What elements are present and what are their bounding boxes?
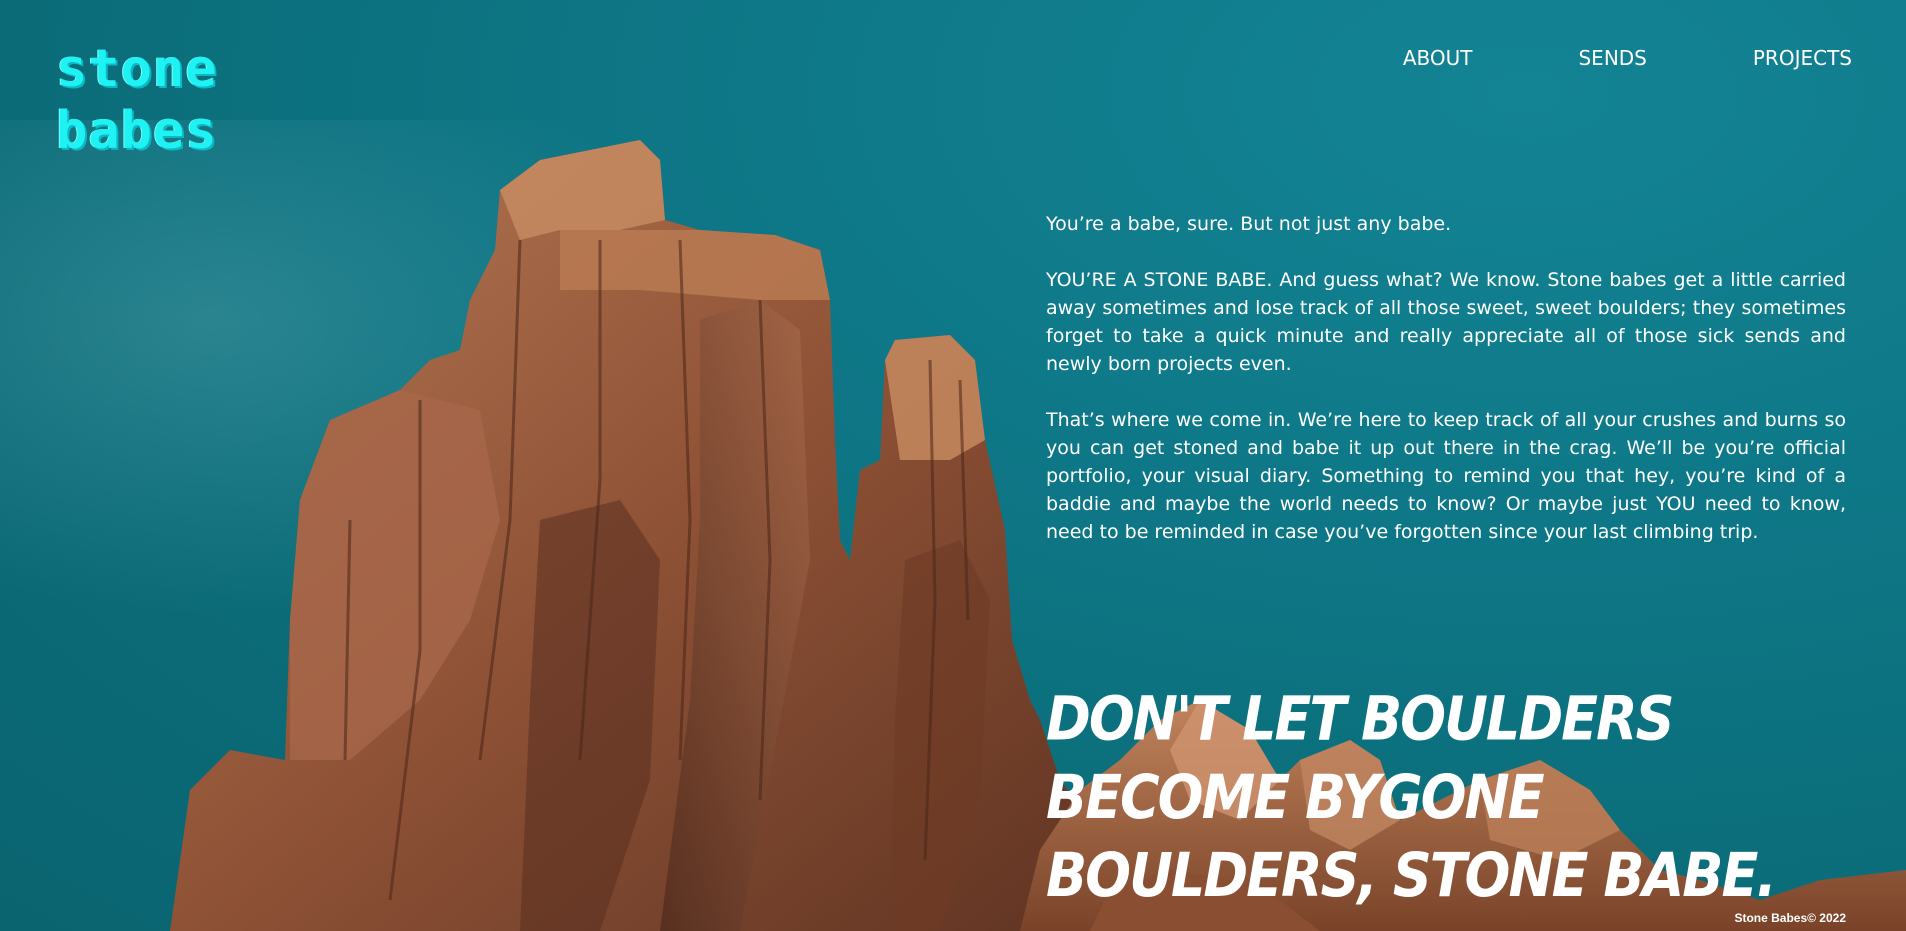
brand-logo[interactable]: stone babes: [56, 38, 218, 162]
hero-headline-line-1: Don't let boulders become bygone: [1046, 683, 1675, 833]
brand-logo-line-2: babes: [56, 101, 218, 161]
hero-headline-line-2: boulders, stone babe.: [1046, 840, 1777, 911]
hero-headline: Don't let boulders become bygone boulder…: [1046, 680, 1866, 915]
nav-link-about[interactable]: ABOUT: [1403, 46, 1473, 70]
hero-page: stone babes ABOUT SENDS PROJECTS You’re …: [0, 0, 1906, 931]
intro-paragraph-3: That’s where we come in. We’re here to k…: [1046, 409, 1846, 543]
nav-link-projects[interactable]: PROJECTS: [1753, 46, 1852, 70]
brand-logo-line-1: stone: [56, 39, 218, 99]
intro-text: You’re a babe, sure. But not just any ba…: [1046, 210, 1846, 574]
nav-link-sends[interactable]: SENDS: [1578, 46, 1646, 70]
intro-paragraph-1: You’re a babe, sure. But not just any ba…: [1046, 213, 1452, 235]
main-nav: ABOUT SENDS PROJECTS: [1297, 46, 1852, 70]
intro-paragraph-2: YOU’RE A STONE BABE. And guess what? We …: [1046, 269, 1846, 375]
footer-copyright: Stone Babes© 2022: [1734, 911, 1846, 925]
